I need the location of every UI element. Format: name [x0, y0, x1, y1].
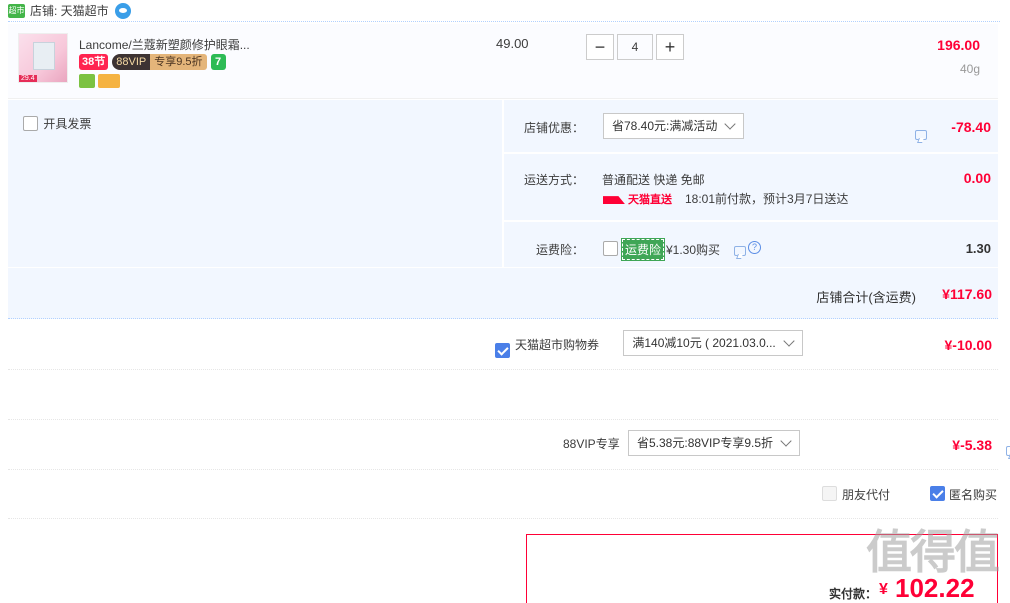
store-total-row: 店铺合计(含运费) ¥117.60: [8, 268, 998, 319]
chat-icon[interactable]: [114, 2, 131, 19]
coupon-amount: ¥-10.00: [944, 337, 992, 353]
increase-quantity-button[interactable]: +: [656, 34, 684, 60]
vip-discount-tag: 专享9.5折: [150, 54, 207, 70]
shipping-amount: 0.00: [963, 170, 991, 186]
help-icon[interactable]: ?: [748, 241, 761, 254]
coupon-label: 天猫超市购物券: [515, 338, 600, 352]
quantity-stepper: − 4 +: [586, 34, 684, 60]
delivery-truck-icon: [603, 196, 625, 205]
shipping-insurance-checkbox[interactable]: [603, 241, 618, 256]
store-total-amount: ¥117.60: [942, 286, 992, 302]
service-icons: [79, 73, 121, 88]
product-title[interactable]: Lancome/兰蔻新塑颜修护眼霜...: [79, 36, 250, 53]
payment-label: 实付款：: [829, 587, 878, 601]
service-guarantee-icon: [79, 73, 95, 88]
shipping-label: 运送方式：: [523, 173, 584, 187]
divider: [8, 518, 998, 519]
invoice-panel: 开具发票: [8, 100, 502, 267]
invoice-option[interactable]: 开具发票: [23, 115, 91, 132]
invoice-checkbox[interactable]: [23, 116, 38, 131]
tmall-direct-label: 天猫直送: [628, 194, 672, 206]
message-icon[interactable]: [734, 245, 746, 256]
coupon-row: 天猫超市购物券 满140减10元 ( 2021.03.0... ¥-10.00: [8, 321, 998, 369]
seven-day-return-tag: 7: [210, 54, 226, 70]
invoice-label: 开具发票: [43, 117, 92, 131]
88vip-tag: 88VIP: [112, 54, 151, 70]
shipping-insurance-label: 运费险：: [535, 243, 584, 257]
shipping-insurance-price: ¥1.30购买: [666, 243, 721, 257]
message-icon[interactable]: [1006, 445, 1010, 456]
coupon-select[interactable]: 满140减10元 ( 2021.03.0...: [623, 330, 803, 356]
order-item: 29.4 Lancome/兰蔻新塑颜修护眼霜... 38节 88VIP 专享9.5折…: [8, 24, 998, 99]
friend-pay-label: 朋友代付: [842, 488, 891, 502]
festival-38-tag: 38节: [79, 54, 109, 70]
store-discount-label: 店铺优惠：: [523, 121, 584, 135]
tmall-supermarket-icon: 超市: [8, 3, 25, 18]
shipping-insurance-row: 运费险： 运费险 ¥1.30购买 ? 1.30: [504, 222, 998, 267]
item-subtotal: 196.00: [937, 37, 980, 53]
payment-options-row: 朋友代付 匿名购买: [8, 470, 998, 518]
thumbnail-price-badge: 29.4: [19, 75, 37, 82]
message-icon[interactable]: [914, 129, 927, 140]
store-discount-row: 店铺优惠： 省78.40元:满减活动 -78.40: [504, 100, 998, 152]
watermark-logo: 值得值: [866, 526, 1000, 578]
decrease-quantity-button[interactable]: −: [586, 34, 614, 60]
shipping-insurance-amount: 1.30: [965, 241, 991, 256]
coupon-checkbox[interactable]: [495, 343, 510, 359]
anonymous-checkbox[interactable]: [930, 486, 945, 502]
credit-card-icon: [98, 73, 121, 88]
shipping-row: 运送方式： 普通配送 快递 免邮 天猫直送 18:01前付款，预计3月7日送达 …: [504, 154, 998, 220]
vip-select[interactable]: 省5.38元:88VIP专享9.5折: [628, 430, 801, 456]
vip-label: 88VIP专享: [563, 437, 620, 451]
tmall-direct-logo: 天猫直送: [603, 191, 672, 207]
store-discount-amount: -78.40: [951, 119, 991, 135]
store-discount-select[interactable]: 省78.40元:满减活动: [603, 113, 745, 139]
product-thumbnail[interactable]: 29.4: [18, 33, 68, 83]
shipping-method: 普通配送 快递 免邮: [602, 173, 705, 187]
divider: [8, 369, 998, 370]
payment-currency: ¥: [879, 581, 888, 598]
store-header: 超市 店铺: 天猫超市: [8, 0, 1000, 22]
store-name[interactable]: 店铺: 天猫超市: [30, 2, 109, 19]
vip-amount: ¥-5.38: [952, 437, 992, 453]
quantity-input[interactable]: 4: [617, 34, 653, 60]
store-total-label: 店铺合计(含运费): [816, 290, 916, 305]
delivery-eta: 18:01前付款，预计3月7日送达: [685, 192, 849, 206]
shipping-insurance-badge: 运费险: [620, 238, 666, 261]
vip-row: 88VIP专享 省5.38元:88VIP专享9.5折 ¥-5.38: [8, 420, 1010, 468]
anonymous-label: 匿名购买: [949, 488, 998, 502]
product-tags: 38节 88VIP 专享9.5折 7: [79, 54, 226, 70]
item-weight: 40g: [959, 62, 980, 76]
unit-price: 49.00: [496, 36, 529, 51]
friend-pay-checkbox[interactable]: [822, 486, 837, 501]
